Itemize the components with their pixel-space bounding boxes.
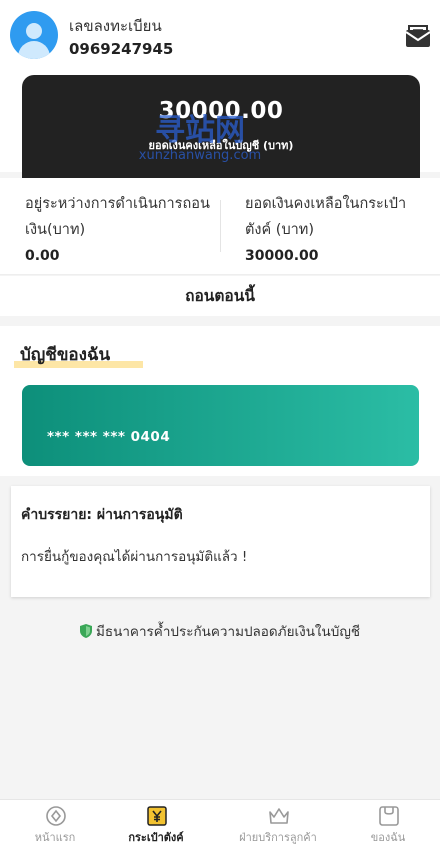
avatar-body: [18, 41, 50, 59]
tab-wallet[interactable]: กระเป๋าตังค์: [101, 800, 211, 847]
accounts-title: บัญชีของฉัน: [20, 345, 111, 365]
loan-status-box: คำบรรยาย: ผ่านการอนุมัติ การยื่นกู้ของคุ…: [11, 486, 430, 597]
loan-status-text: การยื่นกู้ของคุณได้ผ่านการอนุมัติแล้ว !: [21, 549, 248, 565]
accounts-heading: บัญชีของฉัน: [14, 341, 143, 368]
user-avatar-icon[interactable]: [10, 11, 58, 59]
wallet-icon: [147, 806, 167, 826]
loan-status-title: คำบรรยาย: ผ่านการอนุมัติ: [21, 507, 183, 523]
tab-profile[interactable]: ของฉัน: [333, 800, 440, 847]
tab-home[interactable]: หน้าแรก: [0, 800, 110, 847]
bank-card-number: *** *** *** 0404: [47, 429, 171, 445]
pending-withdrawal: อยู่ระหว่างการดำเนินการถอนเงิน(บาท) 0.00: [25, 191, 210, 264]
registration-label: เลขลงทะเบียน: [69, 17, 162, 35]
tab-wallet-label: กระเป๋าตังค์: [128, 831, 184, 844]
tab-customer-service[interactable]: ฝ่ายบริการลูกค้า: [223, 800, 333, 847]
crown-icon: [269, 808, 289, 824]
bank-guarantee-note: มีธนาคารค้ำประกันความปลอดภัยเงินในบัญชี: [0, 620, 440, 642]
pending-withdrawal-value: 0.00: [25, 248, 60, 264]
tab-profile-label: ของฉัน: [370, 831, 406, 844]
bottom-tab-bar: หน้าแรก กระเป๋าตังค์ ฝ่ายบริการลูกค้า ขอ…: [0, 799, 440, 847]
balance-amount: 30000.00: [158, 98, 284, 124]
home-icon: [46, 806, 66, 826]
balance-stats: อยู่ระหว่างการดำเนินการถอนเงิน(บาท) 0.00…: [0, 178, 440, 275]
withdraw-now-button[interactable]: ถอนตอนนี้: [0, 276, 440, 316]
bank-card[interactable]: *** *** *** 0404: [22, 385, 419, 466]
balance-label: ยอดเงินคงเหลือในบัญชี (บาท): [148, 139, 294, 152]
wallet-balance-value: 30000.00: [245, 248, 319, 264]
wallet-balance: ยอดเงินคงเหลือในกระเป๋าตังค์ (บาท) 30000…: [245, 191, 430, 264]
pending-withdrawal-label: อยู่ระหว่างการดำเนินการถอนเงิน(บาท): [25, 196, 210, 238]
registration-number: 0969247945: [69, 40, 174, 58]
tab-home-label: หน้าแรก: [34, 831, 76, 844]
tab-customer-service-label: ฝ่ายบริการลูกค้า: [239, 831, 317, 844]
my-accounts-section: บัญชีของฉัน *** *** *** 0404: [0, 326, 440, 476]
wallet-balance-label: ยอดเงินคงเหลือในกระเป๋าตังค์ (บาท): [245, 196, 407, 238]
account-header: เลขลงทะเบียน 0969247945 30000.00 ยอดเงิน…: [0, 0, 440, 178]
shield-icon: [79, 624, 92, 638]
avatar-head: [26, 23, 42, 39]
profile-icon: [379, 806, 399, 826]
bank-guarantee-text: มีธนาคารค้ำประกันความปลอดภัยเงินในบัญชี: [95, 624, 360, 640]
balance-card: 30000.00 ยอดเงินคงเหลือในบัญชี (บาท): [22, 75, 420, 178]
mail-envelope-icon[interactable]: [405, 24, 431, 48]
stats-divider: [220, 200, 221, 252]
